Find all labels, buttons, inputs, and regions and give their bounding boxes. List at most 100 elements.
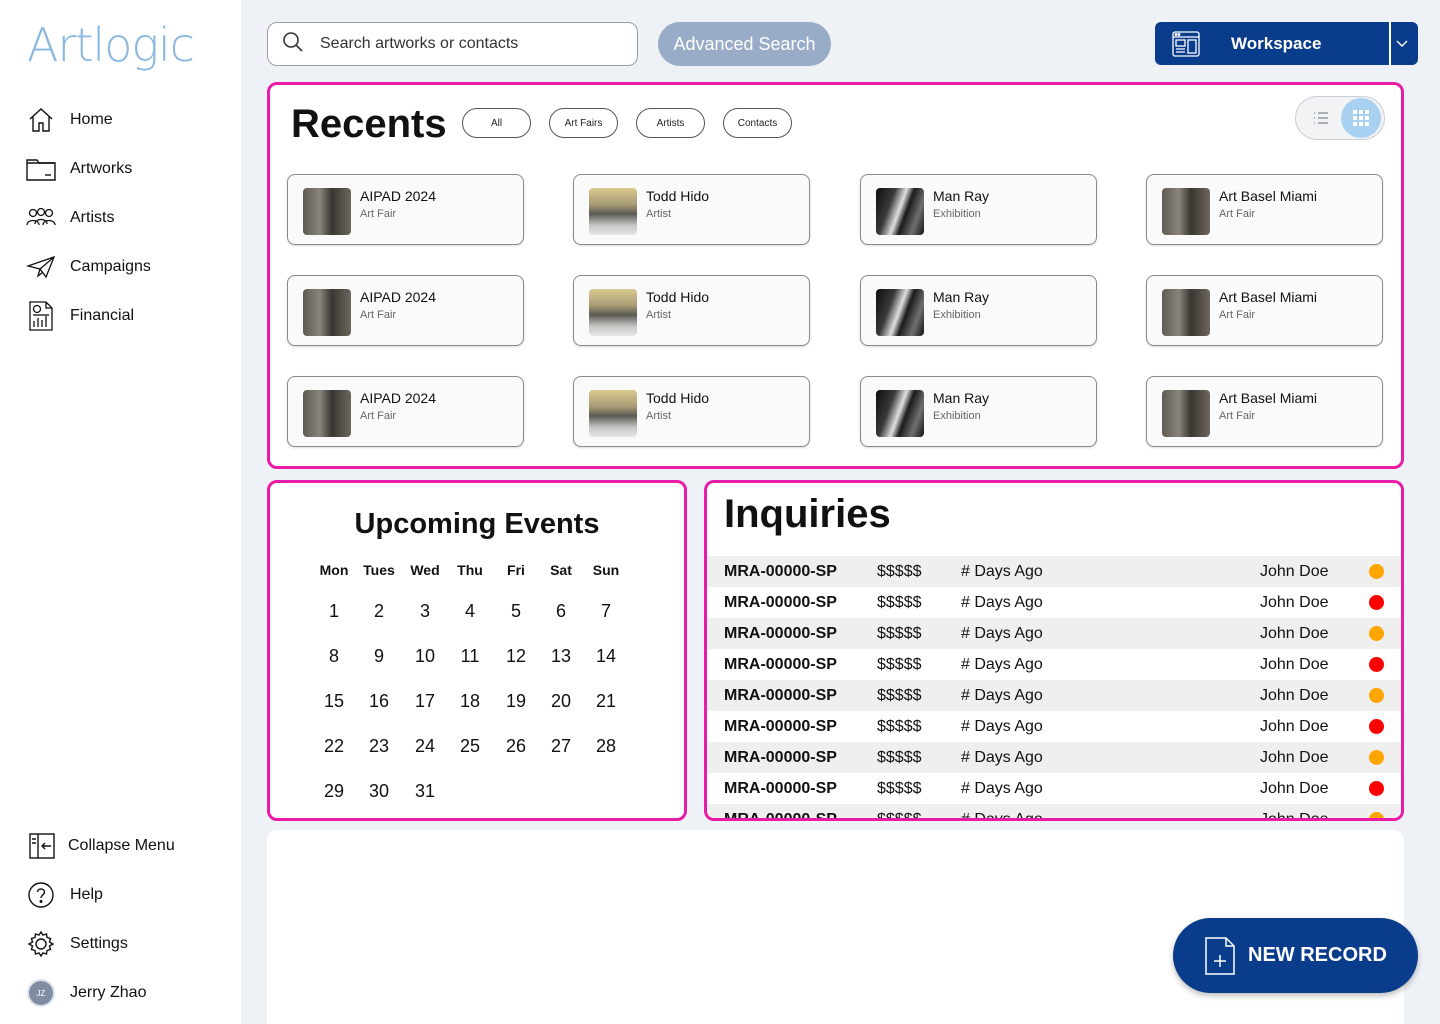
recent-card[interactable]: Art Basel Miami Art Fair <box>1146 376 1383 447</box>
weekday-header: Fri <box>507 562 525 578</box>
inquiry-row[interactable]: MRA-00000-SP $$$$$ # Days Ago John Doe <box>707 618 1401 649</box>
sidebar-item-artworks[interactable]: Artworks <box>26 154 132 184</box>
recent-card[interactable]: Todd Hido Artist <box>573 275 810 346</box>
advanced-search-button[interactable]: Advanced Search <box>658 22 831 66</box>
recent-card[interactable]: AIPAD 2024 Art Fair <box>287 376 524 447</box>
calendar-day[interactable]: 15 <box>311 691 357 712</box>
inquiry-age: # Days Ago <box>961 594 1043 611</box>
inquiries-panel: Inquiries MRA-00000-SP $$$$$ # Days Ago Joh… <box>704 480 1404 821</box>
inquiries-title: Inquiries <box>724 492 891 536</box>
calendar-day[interactable]: 3 <box>402 601 448 622</box>
inquiry-row[interactable]: MRA-00000-SP $$$$$ # Days Ago John Doe <box>707 649 1401 680</box>
recent-thumbnail <box>1162 188 1210 235</box>
calendar-day[interactable]: 4 <box>447 601 493 622</box>
inquiry-contact: John Doe <box>1260 718 1329 735</box>
recent-subtitle: Art Fair <box>1219 410 1256 422</box>
inquiry-contact: John Doe <box>1260 625 1329 642</box>
sidebar-item-artists[interactable]: Artists <box>26 203 114 233</box>
recent-card[interactable]: Todd Hido Artist <box>573 174 810 245</box>
calendar-day[interactable]: 26 <box>493 736 539 757</box>
calendar-day[interactable]: 11 <box>447 646 493 667</box>
calendar-day[interactable]: 25 <box>447 736 493 757</box>
inquiry-id: MRA-00000-SP <box>724 625 837 642</box>
filter-art-fairs[interactable]: Art Fairs <box>549 108 618 138</box>
weekday-header: Thu <box>457 562 483 578</box>
search-input[interactable] <box>320 35 600 53</box>
inquiry-row[interactable]: MRA-00000-SP $$$$$ # Days Ago John Doe <box>707 587 1401 618</box>
chevron-down-icon[interactable] <box>1391 40 1413 48</box>
calendar-day[interactable]: 2 <box>356 601 402 622</box>
filter-all[interactable]: All <box>462 108 531 138</box>
calendar-day[interactable]: 19 <box>493 691 539 712</box>
calendar-day[interactable]: 31 <box>402 781 448 802</box>
weekday-header: Mon <box>319 562 349 578</box>
inquiry-row[interactable]: MRA-00000-SP $$$$$ # Days Ago John Doe <box>707 711 1401 742</box>
calendar-day[interactable]: 17 <box>402 691 448 712</box>
calendar-day[interactable]: 27 <box>538 736 584 757</box>
filter-contacts[interactable]: Contacts <box>723 108 792 138</box>
grid-view-icon[interactable] <box>1341 98 1381 138</box>
calendar-day[interactable]: 28 <box>583 736 629 757</box>
list-view-icon[interactable] <box>1304 101 1338 135</box>
sidebar-item-label: Campaigns <box>70 258 151 275</box>
calendar-day[interactable]: 23 <box>356 736 402 757</box>
sidebar-item-campaigns[interactable]: Campaigns <box>26 252 151 282</box>
new-file-icon <box>1203 936 1237 976</box>
new-record-button[interactable]: NEW RECORD <box>1173 918 1418 993</box>
inquiry-row[interactable]: MRA-00000-SP $$$$$ # Days Ago John Doe <box>707 742 1401 773</box>
calendar-day[interactable]: 9 <box>356 646 402 667</box>
calendar-day[interactable]: 18 <box>447 691 493 712</box>
recent-title: Art Basel Miami <box>1219 289 1318 305</box>
inquiry-row[interactable]: MRA-00000-SP $$$$$ # Days Ago John Doe <box>707 556 1401 587</box>
events-title: Upcoming Events <box>354 508 600 540</box>
calendar-day[interactable]: 20 <box>538 691 584 712</box>
paper-plane-icon <box>26 252 56 282</box>
recent-card[interactable]: Art Basel Miami Art Fair <box>1146 275 1383 346</box>
search-bar[interactable] <box>267 22 638 66</box>
calendar-day[interactable]: 13 <box>538 646 584 667</box>
recent-card[interactable]: AIPAD 2024 Art Fair <box>287 275 524 346</box>
calendar-day[interactable]: 6 <box>538 601 584 622</box>
calendar-day[interactable]: 7 <box>583 601 629 622</box>
calendar-day[interactable]: 8 <box>311 646 357 667</box>
inquiry-row[interactable]: MRA-00000-SP $$$$$ # Days Ago John Doe <box>707 680 1401 711</box>
recent-title: Man Ray <box>933 289 990 305</box>
recent-subtitle: Exhibition <box>933 410 981 422</box>
recent-title: Art Basel Miami <box>1219 188 1318 204</box>
calendar-day[interactable]: 12 <box>493 646 539 667</box>
inquiry-row[interactable]: MRA-00000-SP $$$$$ # Days Ago John Doe <box>707 773 1401 804</box>
filter-artists[interactable]: Artists <box>636 108 705 138</box>
calendar-day[interactable]: 24 <box>402 736 448 757</box>
sidebar-item-help[interactable]: Help <box>26 880 103 910</box>
recent-card[interactable]: AIPAD 2024 Art Fair <box>287 174 524 245</box>
recent-title: Todd Hido <box>646 390 710 406</box>
new-record-label: NEW RECORD <box>1248 944 1387 966</box>
sidebar-item-settings[interactable]: Settings <box>26 929 128 959</box>
inquiry-age: # Days Ago <box>961 811 1043 821</box>
user-profile[interactable]: JZ Jerry Zhao <box>26 978 146 1008</box>
calendar-day[interactable]: 5 <box>493 601 539 622</box>
inquiry-amount: $$$$$ <box>877 656 922 673</box>
recent-card[interactable]: Man Ray Exhibition <box>860 275 1097 346</box>
calendar-day[interactable]: 1 <box>311 601 357 622</box>
recent-card[interactable]: Man Ray Exhibition <box>860 376 1097 447</box>
calendar-day[interactable]: 30 <box>356 781 402 802</box>
recent-card[interactable]: Art Basel Miami Art Fair <box>1146 174 1383 245</box>
sidebar-item-financial[interactable]: Financial <box>26 301 134 331</box>
inquiry-row[interactable]: MRA-00000-SP $$$$$ # Days Ago John Doe <box>707 804 1401 821</box>
recent-card[interactable]: Todd Hido Artist <box>573 376 810 447</box>
recent-card[interactable]: Man Ray Exhibition <box>860 174 1097 245</box>
sidebar-item-home[interactable]: Home <box>26 105 113 135</box>
calendar-day[interactable]: 22 <box>311 736 357 757</box>
calendar-day[interactable]: 10 <box>402 646 448 667</box>
calendar-day[interactable]: 29 <box>311 781 357 802</box>
inquiry-age: # Days Ago <box>961 687 1043 704</box>
recent-subtitle: Artist <box>646 208 672 220</box>
calendar-day[interactable]: 14 <box>583 646 629 667</box>
app-logo[interactable]: Artlogic <box>27 18 195 72</box>
sidebar-item-collapse-menu[interactable]: Collapse Menu <box>27 831 175 861</box>
sidebar-item-label: Collapse Menu <box>68 837 175 854</box>
workspace-button[interactable]: Workspace <box>1155 22 1418 65</box>
calendar-day[interactable]: 21 <box>583 691 629 712</box>
calendar-day[interactable]: 16 <box>356 691 402 712</box>
